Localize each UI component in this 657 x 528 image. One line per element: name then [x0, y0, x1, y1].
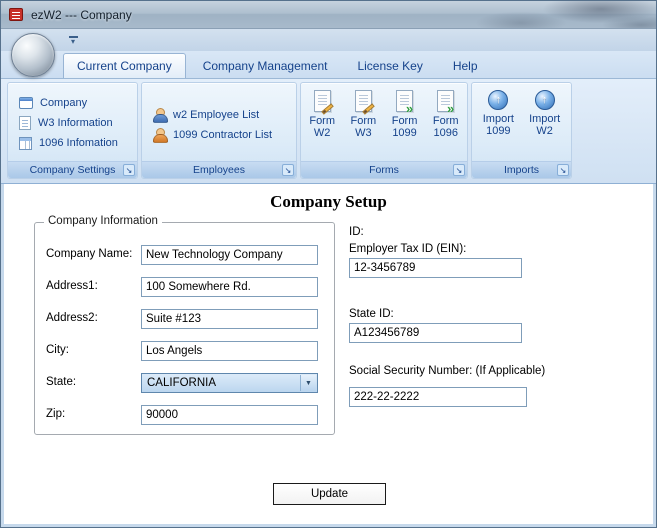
button-label-line1: Form: [432, 115, 459, 127]
group-label: Imports: [503, 164, 539, 176]
zip-label: Zip:: [46, 408, 66, 420]
group-label: Company Settings: [29, 164, 116, 176]
import-globe-icon: ↑: [534, 90, 555, 110]
ribbon-item-company[interactable]: Company: [8, 93, 137, 113]
app-icon: [9, 8, 23, 21]
group-footer-imports: Imports ↘: [472, 161, 571, 178]
zip-input[interactable]: [141, 405, 318, 425]
button-label-line1: Form: [309, 115, 336, 127]
company-information-groupbox: Company Information Company Name: Addres…: [34, 215, 335, 435]
state-select[interactable]: CALIFORNIA ▼: [141, 373, 318, 393]
form-arrows-icon: »: [396, 90, 414, 115]
id-section-heading: ID:: [349, 226, 364, 238]
address1-input[interactable]: [141, 277, 318, 297]
ribbon-item-label: Company: [40, 97, 88, 109]
ribbon-group-imports: ↑ Import 1099 ↑ Import W2 Imports ↘: [471, 82, 572, 179]
tab-current-company[interactable]: Current Company: [63, 53, 186, 78]
tab-help[interactable]: Help: [440, 55, 491, 78]
contractor-person-icon: [153, 127, 168, 143]
page-title: Company Setup: [270, 192, 387, 211]
city-input[interactable]: [141, 341, 318, 361]
quick-access-toolbar: ▾: [1, 29, 656, 51]
group-footer-forms: Forms ↘: [301, 161, 467, 178]
import-globe-icon: ↑: [488, 90, 509, 110]
ribbon-item-label: 1096 Infomation: [39, 137, 118, 149]
ribbon-group-employees: w2 Employee List 1099 Contractor List Em…: [141, 82, 297, 179]
update-button[interactable]: Update: [273, 483, 386, 505]
ribbon-item-label: w2 Employee List: [173, 109, 260, 121]
form-1096-grid-icon: [19, 136, 32, 150]
qat-customize-dropdown[interactable]: ▾: [65, 33, 81, 47]
ribbon-group-company-settings: Company W3 Information 1096 Infomation C…: [7, 82, 138, 179]
combo-arrow-icon[interactable]: ▼: [300, 375, 316, 391]
city-label: City:: [46, 344, 69, 356]
address2-input[interactable]: [141, 309, 318, 329]
ein-input[interactable]: [349, 258, 522, 278]
application-menu-orb[interactable]: [11, 33, 55, 77]
state-id-label: State ID:: [349, 308, 394, 320]
form-w3-button[interactable]: Form W3: [343, 90, 383, 139]
state-select-value: CALIFORNIA: [147, 377, 217, 389]
ribbon-item-1096-information[interactable]: 1096 Infomation: [8, 133, 137, 153]
groupbox-legend: Company Information: [44, 215, 162, 227]
dialog-launcher-icon[interactable]: ↘: [123, 164, 135, 176]
ribbon-item-1099-contractor-list[interactable]: 1099 Contractor List: [142, 125, 296, 145]
button-label-line1: Import: [482, 113, 514, 125]
form-1096-button[interactable]: » Form 1096: [426, 90, 466, 139]
ssn-input[interactable]: [349, 387, 527, 407]
dialog-launcher-icon[interactable]: ↘: [282, 164, 294, 176]
group-footer-employees: Employees ↘: [142, 161, 296, 178]
ein-label: Employer Tax ID (EIN):: [349, 243, 467, 255]
button-label-line2: 1096: [433, 127, 458, 139]
ribbon: Company W3 Information 1096 Infomation C…: [1, 79, 656, 184]
employee-person-icon: [153, 107, 168, 123]
button-label-line2: W2: [313, 127, 331, 139]
button-label-line2: W2: [536, 125, 553, 137]
group-footer-company-settings: Company Settings ↘: [8, 161, 137, 178]
w3-document-icon: [19, 116, 31, 130]
state-label: State:: [46, 376, 77, 388]
form-1099-button[interactable]: » Form 1099: [385, 90, 425, 139]
company-setup-panel: Company Setup Company Information Compan…: [4, 184, 653, 524]
company-name-label: Company Name:: [46, 248, 133, 260]
ribbon-item-w3-information[interactable]: W3 Information: [8, 113, 137, 133]
ribbon-item-label: 1099 Contractor List: [173, 129, 273, 141]
group-label: Employees: [193, 164, 245, 176]
ribbon-item-w2-employee-list[interactable]: w2 Employee List: [142, 105, 296, 125]
group-label: Forms: [369, 164, 399, 176]
tab-company-management[interactable]: Company Management: [190, 55, 341, 78]
form-pencil-icon: [313, 90, 334, 115]
ribbon-tab-bar: Current Company Company Management Licen…: [1, 51, 656, 79]
form-arrows-icon: »: [437, 90, 455, 115]
address2-label: Address2:: [46, 312, 98, 324]
button-label-line2: W3: [355, 127, 372, 139]
dialog-launcher-icon[interactable]: ↘: [557, 164, 569, 176]
company-icon: [19, 97, 33, 109]
dialog-launcher-icon[interactable]: ↘: [453, 164, 465, 176]
button-label-line1: Form: [391, 115, 418, 127]
button-label-line2: 1099: [486, 125, 511, 137]
app-window: ezW2 --- Company ▾ Current Company Compa…: [0, 0, 657, 528]
chevron-down-icon: ▾: [70, 36, 75, 46]
import-w2-button[interactable]: ↑ Import W2: [525, 90, 565, 137]
ribbon-item-label: W3 Information: [38, 117, 113, 129]
window-title: ezW2 --- Company: [31, 8, 132, 22]
form-w2-button[interactable]: Form W2: [302, 90, 342, 139]
import-1099-button[interactable]: ↑ Import 1099: [478, 90, 518, 137]
state-id-input[interactable]: [349, 323, 522, 343]
title-bar[interactable]: ezW2 --- Company: [1, 1, 656, 29]
company-name-input[interactable]: [141, 245, 318, 265]
button-label-line1: Import: [529, 113, 561, 125]
address1-label: Address1:: [46, 280, 98, 292]
form-pencil-icon: [354, 90, 375, 115]
ssn-label: Social Security Number: (If Applicable): [349, 365, 546, 377]
tab-license-key[interactable]: License Key: [344, 55, 435, 78]
button-label-line1: Form: [350, 115, 377, 127]
button-label-line2: 1099: [392, 127, 417, 139]
window-frame: Company Setup Company Information Compan…: [1, 184, 656, 527]
ribbon-group-forms: Form W2 Form W3 » Form 1099 » Form 1096 …: [300, 82, 468, 179]
